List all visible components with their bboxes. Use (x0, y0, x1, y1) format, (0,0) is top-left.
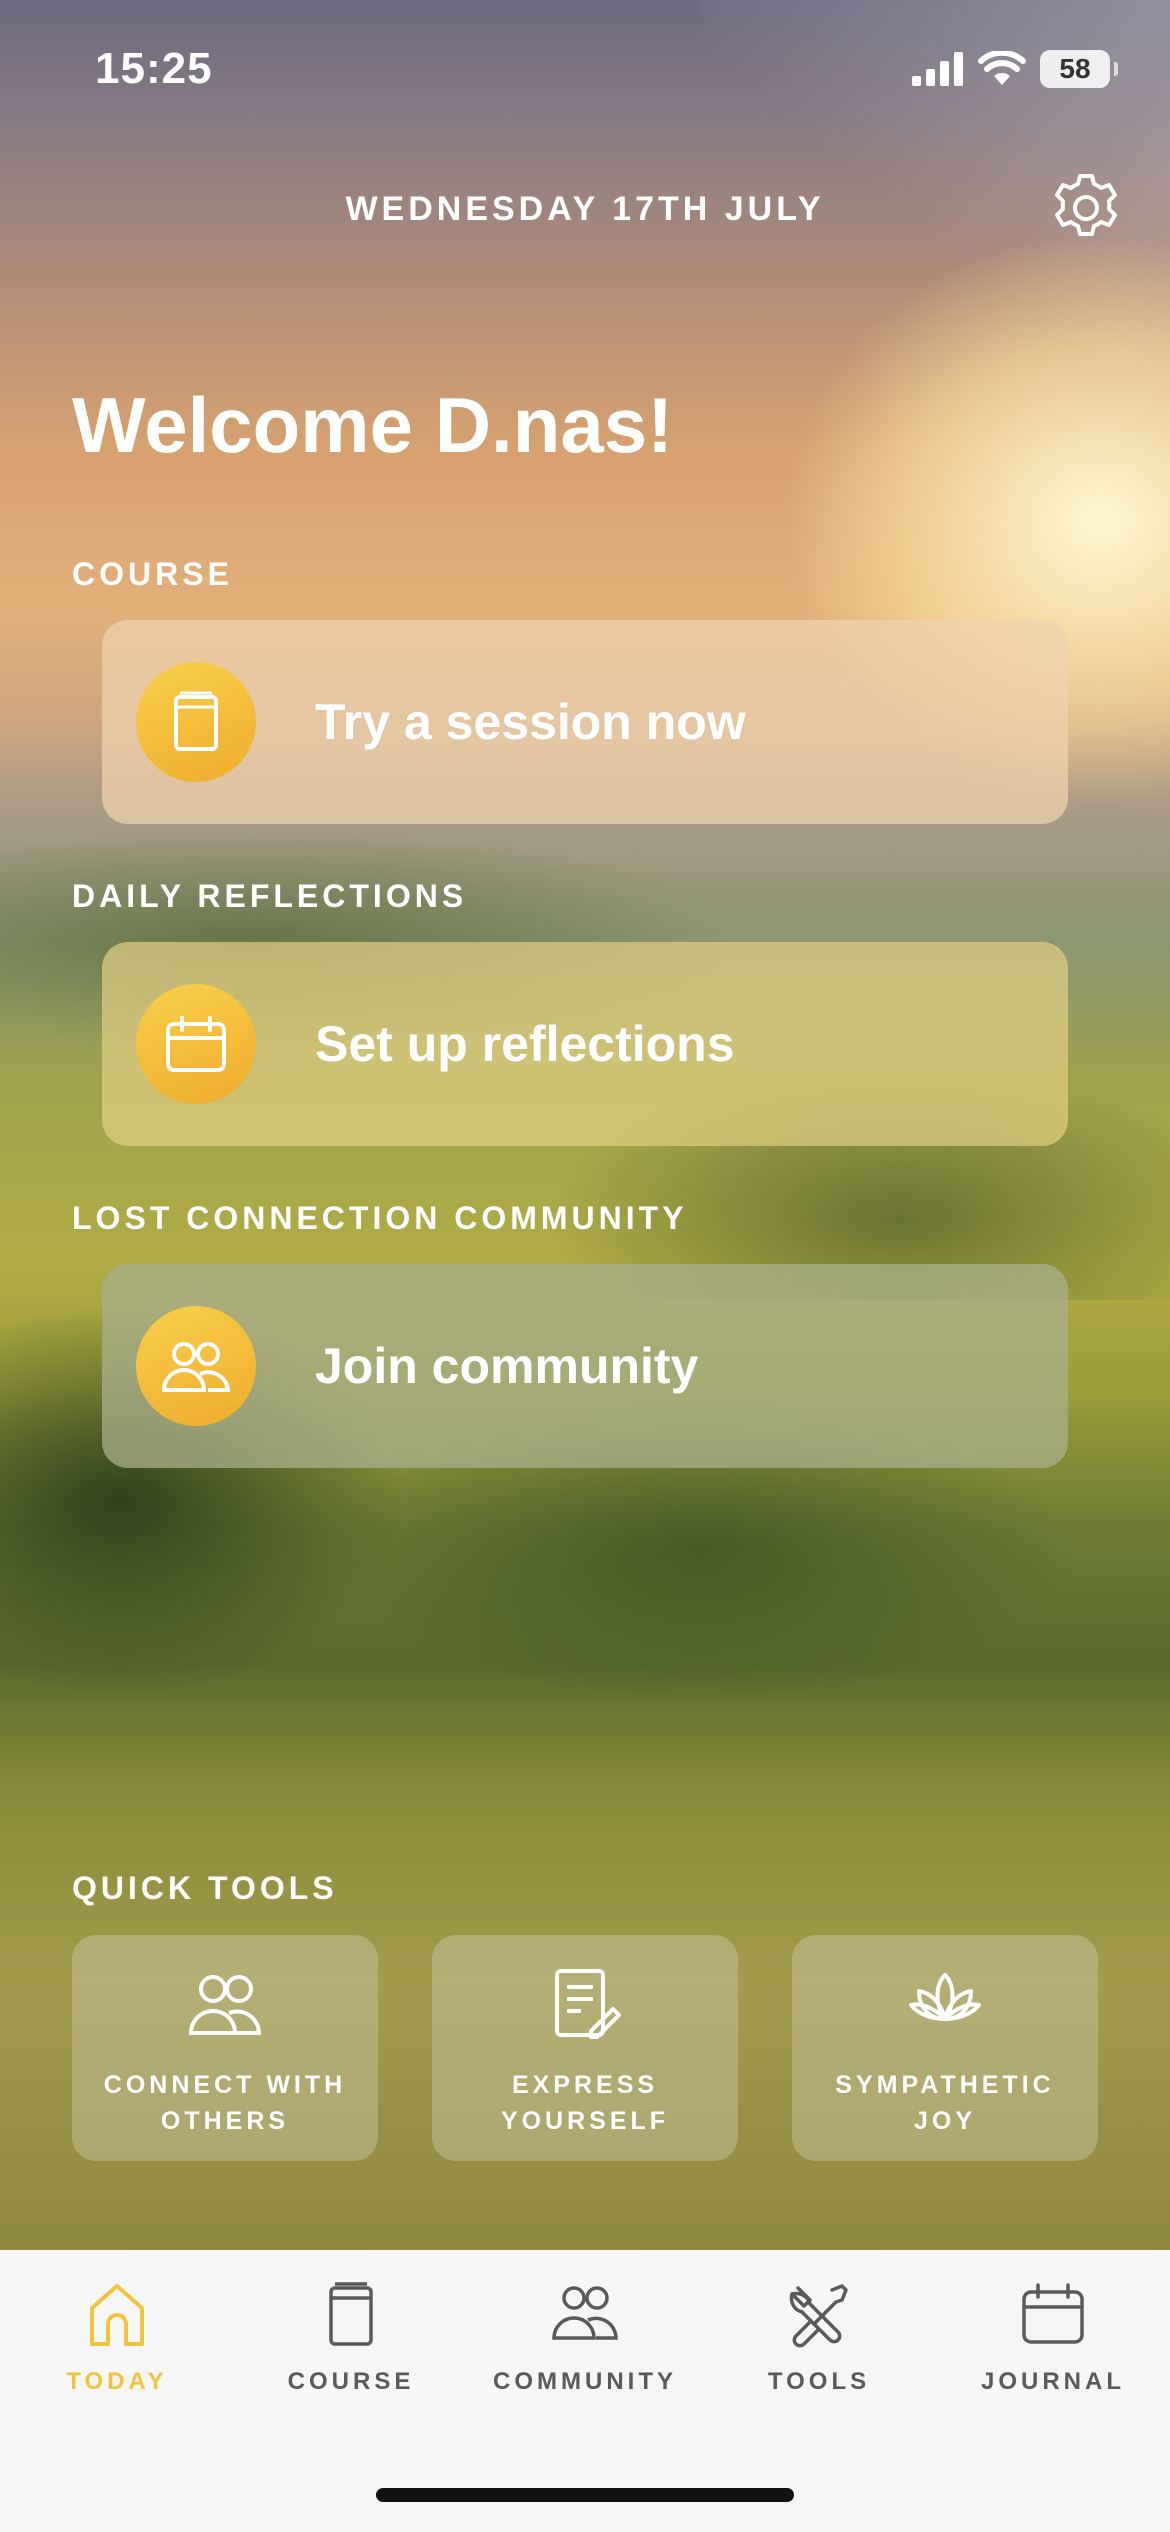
reflections-card-label: Set up reflections (315, 1016, 735, 1072)
calendar-icon (1022, 2283, 1084, 2344)
tab-label: COURSE (287, 2368, 415, 2395)
tab-today[interactable]: TODAY (0, 2250, 234, 2450)
settings-gear-icon[interactable] (1046, 168, 1126, 248)
battery-level: 58 (1059, 53, 1091, 84)
tab-tools[interactable]: TOOLS (702, 2250, 936, 2450)
community-card-label: Join community (315, 1338, 699, 1394)
tab-course[interactable]: COURSE (234, 2250, 468, 2450)
quick-tool-label-line1: SYMPATHETIC (835, 2071, 1055, 2099)
community-icon-circle (136, 1306, 256, 1426)
section-label-daily-reflections: DAILY REFLECTIONS (72, 878, 468, 914)
book-icon (329, 2282, 373, 2346)
quick-tool-label-line2: YOURSELF (500, 2107, 670, 2135)
people-icon (552, 2286, 618, 2340)
quick-tool-label-line1: CONNECT WITH (103, 2071, 347, 2099)
reflections-icon-circle (136, 984, 256, 1104)
quick-tool-label-line2: OTHERS (160, 2107, 290, 2135)
cellular-signal-icon (912, 52, 963, 86)
course-card-label: Try a session now (315, 694, 746, 750)
course-card[interactable]: Try a session now (102, 620, 1068, 824)
battery-icon: 58 (1040, 50, 1118, 88)
wifi-icon (978, 51, 1026, 85)
quick-tool-label: EXPRESS YOURSELF (442, 2067, 728, 2139)
book-icon (174, 691, 218, 751)
quick-tool-label: SYMPATHETIC JOY (802, 2067, 1088, 2139)
section-label-community: LOST CONNECTION COMMUNITY (72, 1200, 688, 1236)
quick-tool-sympathetic-joy[interactable]: SYMPATHETIC JOY (792, 1935, 1098, 2161)
status-bar: 15:25 58 (0, 0, 1170, 150)
lotus-icon (909, 1973, 981, 2021)
tab-label: JOURNAL (980, 2368, 1125, 2395)
tools-icon (789, 2284, 848, 2348)
reflections-card[interactable]: Set up reflections (102, 942, 1068, 1146)
tab-journal[interactable]: JOURNAL (936, 2250, 1170, 2450)
date-header: WEDNESDAY 17TH JULY (345, 190, 825, 228)
people-icon (161, 1342, 231, 1392)
tab-label: TODAY (66, 2368, 168, 2395)
people-icon (188, 1975, 262, 2035)
home-indicator[interactable] (376, 2488, 794, 2502)
quick-tool-label-line2: JOY (913, 2107, 977, 2135)
quick-tool-label: CONNECT WITH OTHERS (82, 2067, 368, 2139)
note-pencil-icon (555, 1969, 621, 2039)
community-card[interactable]: Join community (102, 1264, 1068, 1468)
quick-tool-express-yourself[interactable]: EXPRESS YOURSELF (432, 1935, 738, 2161)
calendar-icon (166, 1016, 226, 1072)
quick-tool-connect-with-others[interactable]: CONNECT WITH OTHERS (72, 1935, 378, 2161)
quick-tool-label-line1: EXPRESS (511, 2071, 659, 2099)
tab-community[interactable]: COMMUNITY (468, 2250, 702, 2450)
section-label-course: COURSE (72, 556, 233, 592)
status-icons: 58 (912, 50, 1118, 88)
home-icon (90, 2284, 144, 2346)
course-icon-circle (136, 662, 256, 782)
status-time: 15:25 (95, 44, 213, 93)
welcome-heading: Welcome D.nas! (72, 381, 674, 469)
tab-label: COMMUNITY (493, 2368, 677, 2395)
section-label-quick-tools: QUICK TOOLS (72, 1870, 338, 1906)
tab-label: TOOLS (767, 2368, 871, 2395)
